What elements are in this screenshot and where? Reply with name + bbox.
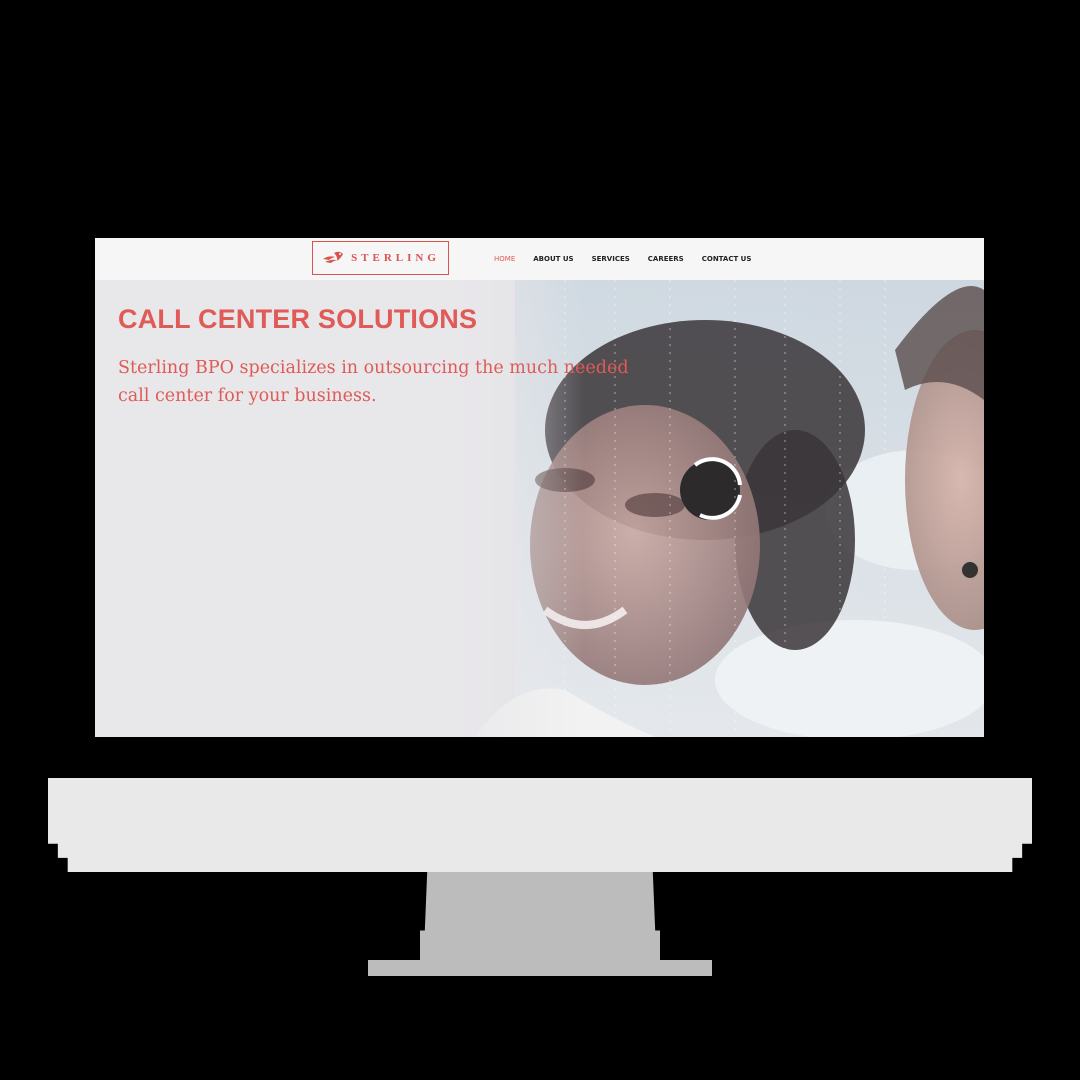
nav-home[interactable]: HOME [494, 255, 515, 263]
logo-text: STERLING [351, 252, 440, 264]
nav-careers[interactable]: CAREERS [648, 255, 684, 263]
site-header: STERLING HOME ABOUT US SERVICES CAREERS … [95, 238, 984, 280]
hero-subtitle: Sterling BPO specializes in outsourcing … [118, 358, 629, 406]
nav-contact-us[interactable]: CONTACT US [702, 255, 752, 263]
hero-section: CALL CENTER SOLUTIONS Sterling BPO speci… [95, 280, 984, 737]
nav-about-us[interactable]: ABOUT US [533, 255, 573, 263]
main-nav: HOME ABOUT US SERVICES CAREERS CONTACT U… [494, 238, 751, 280]
hero-title: CALL CENTER SOLUTIONS [118, 304, 478, 334]
monitor-stand-neck [420, 872, 660, 962]
monitor-chin [48, 778, 1032, 872]
call-center-agents-photo [95, 280, 984, 737]
nav-services[interactable]: SERVICES [592, 255, 630, 263]
flame-bird-icon [323, 251, 344, 263]
monitor-stand-foot [368, 960, 712, 976]
sterling-logo[interactable]: STERLING [312, 241, 449, 275]
website-screen: STERLING HOME ABOUT US SERVICES CAREERS … [95, 238, 984, 737]
